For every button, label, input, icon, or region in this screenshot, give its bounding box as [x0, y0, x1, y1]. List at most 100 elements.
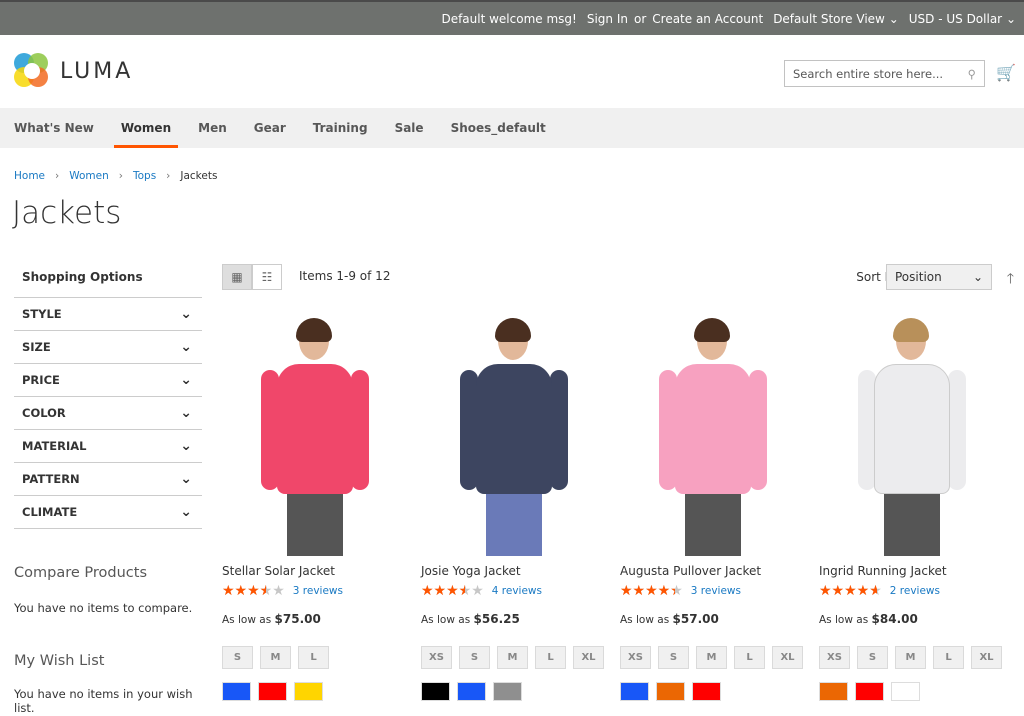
filter-label: STYLE [22, 307, 62, 321]
price-value: $56.25 [473, 612, 520, 626]
chevron-down-icon: ⌄ [180, 504, 192, 520]
reviews-link[interactable]: 4 reviews [492, 585, 542, 597]
chevron-down-icon: ⌄ [180, 372, 192, 388]
nav-item-women[interactable]: Women [113, 121, 179, 148]
sort-value: Position [895, 270, 942, 284]
price-box: As low as $75.00 [222, 612, 407, 626]
nav-item-sale[interactable]: Sale [395, 121, 424, 135]
color-swatch[interactable] [258, 682, 287, 701]
filter-pattern[interactable]: PATTERN ⌄ [14, 463, 202, 496]
currency-switcher[interactable]: USD - US Dollar ⌄ [909, 12, 1016, 26]
size-option-m[interactable]: M [696, 646, 727, 669]
filter-price[interactable]: PRICE ⌄ [14, 364, 202, 397]
size-option-xs[interactable]: XS [421, 646, 452, 669]
color-swatch[interactable] [294, 682, 323, 701]
color-swatch[interactable] [493, 682, 522, 701]
chevron-down-icon: ⌄ [180, 438, 192, 454]
price-label: As low as [421, 614, 471, 626]
color-swatch[interactable] [855, 682, 884, 701]
filter-color[interactable]: COLOR ⌄ [14, 397, 202, 430]
create-account-link[interactable]: Create an Account [652, 12, 763, 26]
filter-material[interactable]: MATERIAL ⌄ [14, 430, 202, 463]
product-name-link[interactable]: Ingrid Running Jacket [819, 564, 1004, 578]
product-name-link[interactable]: Josie Yoga Jacket [421, 564, 606, 578]
filter-label: CLIMATE [22, 505, 78, 519]
filter-size[interactable]: SIZE ⌄ [14, 331, 202, 364]
color-swatch[interactable] [656, 682, 685, 701]
reviews-link[interactable]: 2 reviews [890, 585, 940, 597]
size-option-l[interactable]: L [933, 646, 964, 669]
size-swatches: XS S M L XL [620, 646, 805, 669]
sidebar: Shopping Options STYLE ⌄ SIZE ⌄ PRICE ⌄ COLOR ⌄… [14, 262, 202, 715]
product-image[interactable] [819, 318, 1004, 556]
product-name-link[interactable]: Augusta Pullover Jacket [620, 564, 805, 578]
size-option-l[interactable]: L [734, 646, 765, 669]
cart-icon[interactable]: 🛒 [996, 63, 1016, 82]
nav-item-training[interactable]: Training [313, 121, 368, 135]
sort-direction-arrow-up-icon[interactable]: 🡑 [1007, 268, 1014, 292]
color-swatch[interactable] [421, 682, 450, 701]
size-option-m[interactable]: M [260, 646, 291, 669]
header: LUMA Search entire store here... ⚲ 🛒 [0, 35, 1024, 108]
product-card: Augusta Pullover Jacket ★★★★★★★★★★ 3 revie… [620, 318, 805, 701]
color-swatches [819, 682, 1004, 701]
price-value: $57.00 [672, 612, 719, 626]
reviews-link[interactable]: 3 reviews [691, 585, 741, 597]
breadcrumb-home[interactable]: Home [14, 170, 45, 182]
breadcrumb-tops[interactable]: Tops [133, 170, 156, 182]
chevron-down-icon: ⌄ [1005, 11, 1016, 26]
color-swatch[interactable] [692, 682, 721, 701]
sign-in-link[interactable]: Sign In [587, 12, 628, 26]
price-box: As low as $84.00 [819, 612, 1004, 626]
item-count: Items 1-9 of 12 [299, 269, 391, 283]
size-option-s[interactable]: S [459, 646, 490, 669]
size-option-s[interactable]: S [222, 646, 253, 669]
breadcrumb-women[interactable]: Women [69, 170, 109, 182]
chevron-right-icon: › [118, 170, 123, 182]
size-option-xl[interactable]: XL [772, 646, 803, 669]
size-option-xs[interactable]: XS [620, 646, 651, 669]
size-option-l[interactable]: L [298, 646, 329, 669]
rating-stars-fill: ★★★★★ [620, 584, 675, 598]
color-swatches [421, 682, 606, 701]
nav-item-men[interactable]: Men [198, 121, 227, 135]
top-bar: Default welcome msg! Sign In or Create a… [0, 0, 1024, 35]
product-image[interactable] [222, 318, 407, 556]
search-icon[interactable]: ⚲ [968, 67, 976, 81]
store-switcher[interactable]: Default Store View ⌄ [773, 12, 899, 26]
search-placeholder: Search entire store here... [793, 66, 944, 81]
filter-climate[interactable]: CLIMATE ⌄ [14, 496, 202, 529]
color-swatch[interactable] [222, 682, 251, 701]
nav-item-gear[interactable]: Gear [254, 121, 286, 135]
size-option-xl[interactable]: XL [971, 646, 1002, 669]
chevron-down-icon: ⌄ [888, 11, 899, 26]
nav-item-shoes-default[interactable]: Shoes_default [451, 121, 546, 135]
logo[interactable]: LUMA [14, 53, 133, 89]
size-option-s[interactable]: S [658, 646, 689, 669]
product-name-link[interactable]: Stellar Solar Jacket [222, 564, 407, 578]
size-option-xl[interactable]: XL [573, 646, 604, 669]
product-image[interactable] [421, 318, 606, 556]
color-swatch[interactable] [819, 682, 848, 701]
product-image[interactable] [620, 318, 805, 556]
size-option-m[interactable]: M [895, 646, 926, 669]
compare-title: Compare Products [14, 565, 147, 581]
color-swatch[interactable] [620, 682, 649, 701]
nav-item-what-s-new[interactable]: What's New [14, 121, 94, 135]
color-swatches [222, 682, 407, 701]
grid-view-button[interactable]: ▦ [222, 264, 252, 290]
product-photo [653, 318, 773, 556]
color-swatch[interactable] [891, 682, 920, 701]
page-title: Jackets [12, 195, 122, 231]
color-swatch[interactable] [457, 682, 486, 701]
size-option-l[interactable]: L [535, 646, 566, 669]
filter-style[interactable]: STYLE ⌄ [14, 298, 202, 331]
size-option-m[interactable]: M [497, 646, 528, 669]
size-option-xs[interactable]: XS [819, 646, 850, 669]
list-icon: ☷ [261, 270, 273, 284]
size-option-s[interactable]: S [857, 646, 888, 669]
sort-select[interactable]: Position ⌄ [886, 264, 992, 290]
search-input[interactable]: Search entire store here... ⚲ [784, 60, 985, 87]
list-view-button[interactable]: ☷ [252, 264, 282, 290]
reviews-link[interactable]: 3 reviews [293, 585, 343, 597]
